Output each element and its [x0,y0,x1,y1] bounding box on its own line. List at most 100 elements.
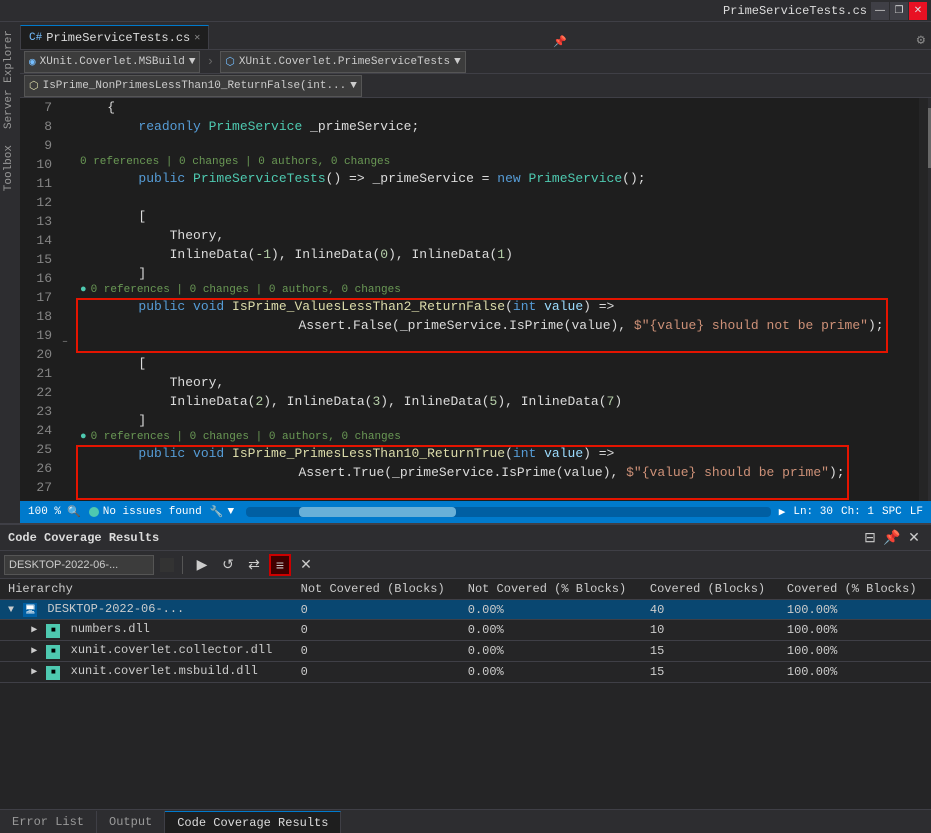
code-line-14: InlineData(-1), InlineData(0), InlineDat… [76,245,919,264]
cg-16-ref [62,301,76,333]
row-cov-3: 15 [642,662,779,683]
panel-title-bar: Code Coverage Results ⊟ 📌 ✕ [0,525,931,551]
table-header-row: Hierarchy Not Covered (Blocks) Not Cover… [0,579,931,600]
minimap-scrollbar[interactable] [919,98,931,501]
cg-21 [62,428,76,447]
project-chevron: ▼ [189,56,196,68]
cg-16[interactable]: – [62,333,76,352]
expand-icon-2[interactable]: ▶ [31,645,37,657]
close-button[interactable]: ✕ [909,2,927,20]
cg-23[interactable]: – [62,498,76,501]
row-not-cov-3: 0 [293,662,460,683]
code-line-25 [76,482,919,501]
row-hierarchy: ▼ 🖥 DESKTOP-2022-06-... [0,600,293,620]
h-scrollbar[interactable] [246,507,771,517]
tab-error-list[interactable]: Error List [0,811,97,833]
line-12: 12 [24,193,58,212]
toolbar-refresh-button[interactable]: ↺ [217,554,239,576]
method-dropdown[interactable]: ⬡ IsPrime_NonPrimesLessThan10_ReturnFals… [24,75,362,97]
toolbar-color-indicator [160,558,174,572]
restore-button[interactable]: ❐ [890,2,908,20]
panel-pin-button[interactable]: 📌 [883,529,901,547]
row-pct-3: 100.00% [779,662,931,683]
zoom-icon[interactable]: 🔍 [67,505,81,519]
issues-text: No issues found [103,506,202,518]
line-11: 11 [24,174,58,193]
line-21: 21 [24,364,58,383]
class-dropdown[interactable]: ⬡ XUnit.Coverlet.PrimeServiceTests ▼ [220,51,465,73]
code-line-19: [ [76,354,919,373]
tab-close-button[interactable]: ✕ [194,32,200,44]
code-line-15: ] [76,264,919,283]
line-25: 25 [24,440,58,459]
col-covered-blocks: Covered (Blocks) [642,579,779,600]
col-not-covered-pct: Not Covered (% Blocks) [460,579,642,600]
line-15: 15 [24,250,58,269]
row-cov-2: 15 [642,641,779,662]
expand-icon-0[interactable]: ▼ [8,605,14,616]
col-covered-pct: Covered (% Blocks) [779,579,931,600]
ref-info-10: 0 references | 0 changes | 0 authors, 0 … [76,155,919,169]
scroll-right-arrow[interactable]: ▶ [779,505,786,519]
build-dropdown[interactable]: ▼ [227,506,234,518]
dll-icon-3: ■ [46,666,60,680]
code-line-17: Assert.False(_primeService.IsPrime(value… [76,316,919,335]
line-26: 26 [24,459,58,478]
nav-sep-1: › [204,54,216,69]
panel-title-text: Code Coverage Results [8,531,159,545]
method-name: IsPrime_NonPrimesLessThan10_ReturnFalse(… [43,80,347,92]
panel-close-button[interactable]: ✕ [905,529,923,547]
class-name: XUnit.Coverlet.PrimeServiceTests [239,56,450,68]
cg-13 [62,244,76,263]
toolbar-view-button[interactable]: ≡ [269,554,291,576]
line-23: 23 [24,402,58,421]
project-icon: ◉ [29,55,36,69]
tab-code-coverage[interactable]: Code Coverage Results [165,811,341,833]
line-ending-info: LF [910,506,923,518]
expand-icon-3[interactable]: ▶ [31,666,37,678]
build-icon[interactable]: 🔧 [210,505,224,519]
panel-collapse-button[interactable]: ⊟ [861,529,879,547]
line-13: 13 [24,212,58,231]
cg-7 [62,98,76,117]
h-scrollbar-thumb[interactable] [299,507,456,517]
cg-20 [62,409,76,428]
row-hierarchy-3: ▶ ■ xunit.coverlet.msbuild.dll [0,662,293,683]
toolbar-run-button[interactable]: ▶ [191,554,213,576]
row-not-pct-1: 0.00% [460,620,642,641]
code-line-8: readonly PrimeService _primeService; [76,117,919,136]
row-name-1: numbers.dll [71,622,150,636]
table-row[interactable]: ▼ 🖥 DESKTOP-2022-06-... 0 0.00% 40 100.0… [0,600,931,620]
toolbar-clear-button[interactable]: ✕ [295,554,317,576]
code-coverage-panel: Code Coverage Results ⊟ 📌 ✕ ▶ ↺ ⇄ ≡ ✕ H [0,523,931,833]
col-not-covered-blocks: Not Covered (Blocks) [293,579,460,600]
line-20: 20 [24,345,58,364]
tab-output[interactable]: Output [97,811,165,833]
code-content: { readonly PrimeService _primeService; 0… [76,98,919,501]
cg-9 [62,136,76,155]
toolbox-tab[interactable]: Toolbox [0,137,20,199]
tab-pin-button[interactable]: 📌 [549,35,571,49]
tab-error-list-label: Error List [12,815,84,829]
tab-primeserivetests[interactable]: C# PrimeServiceTests.cs ✕ [20,25,209,49]
method-icon: ⬡ [29,79,39,93]
project-dropdown[interactable]: ◉ XUnit.Coverlet.MSBuild ▼ [24,51,200,73]
row-name-0: DESKTOP-2022-06-... [47,602,184,616]
table-row[interactable]: ▶ ■ numbers.dll 0 0.00% 10 100.00% [0,620,931,641]
collapse-16-icon[interactable]: – [62,337,68,348]
code-line-7: { [76,98,919,117]
row-hierarchy-2: ▶ ■ xunit.coverlet.collector.dll [0,641,293,662]
title-bar-filename: PrimeServiceTests.cs [723,4,867,18]
server-explorer-tab[interactable]: Server Explorer [0,22,20,137]
minimize-button[interactable]: — [871,2,889,20]
table-row[interactable]: ▶ ■ xunit.coverlet.msbuild.dll 0 0.00% 1… [0,662,931,683]
coverage-search-input[interactable] [4,555,154,575]
class-chevron: ▼ [454,56,461,68]
file-icon: C# [29,32,42,44]
table-row[interactable]: ▶ ■ xunit.coverlet.collector.dll 0 0.00%… [0,641,931,662]
expand-icon-1[interactable]: ▶ [31,624,37,636]
line-9: 9 [24,136,58,155]
toolbar-export-button[interactable]: ⇄ [243,554,265,576]
tab-settings-button[interactable]: ⚙ [911,32,931,49]
row-not-pct-3: 0.00% [460,662,642,683]
